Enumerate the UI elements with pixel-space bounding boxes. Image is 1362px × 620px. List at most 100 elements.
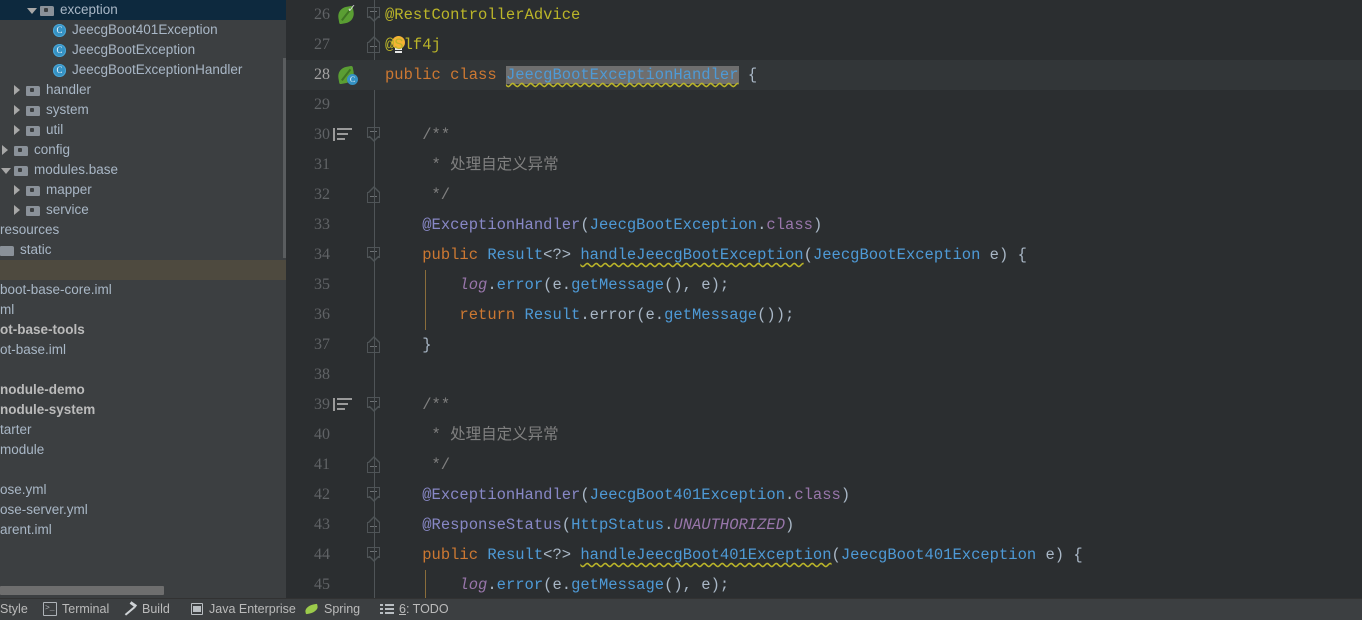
code-lines[interactable]: 26 ✓ @RestControllerAdvice 27 @Slf4j 28 Cpubli… [286,0,1362,598]
tree-item-nodule-demo[interactable]: nodule-demo [0,380,286,400]
chevron-right-icon[interactable] [12,184,23,196]
tree-item-boot-base-core-iml[interactable]: boot-base-core.iml [0,280,286,300]
tree-item-static[interactable]: static [0,240,286,260]
code-line[interactable]: 27 @Slf4j [286,30,1362,60]
code-line[interactable]: 32 */ [286,180,1362,210]
implements-marker-icon[interactable] [333,127,353,143]
tree-item-handler[interactable]: handler [0,80,286,100]
status-bar-item-build[interactable]: Build [123,598,170,620]
sidebar-horizontal-scrollbar[interactable] [0,586,286,595]
implements-marker-icon[interactable] [333,397,353,413]
spring-bean-class-icon[interactable]: C [336,65,358,85]
tree-item-label: util [46,122,64,137]
tree-item-ot-base-iml[interactable]: ot-base.iml [0,340,286,360]
code-line[interactable]: 34 public Result<?> handleJeecgBootExcep… [286,240,1362,270]
code-token: (), e); [664,576,730,594]
code-token: @Slf4j [385,36,441,54]
chevron-down-icon[interactable] [0,165,11,176]
status-bar-item-label: Style [0,602,28,616]
tree-item-arent-iml[interactable]: arent.iml [0,520,286,540]
code-line[interactable]: 39 /** [286,390,1362,420]
line-number: 26 [314,6,330,23]
tree-item-label: ose-server.yml [0,502,88,517]
status-bar-item-spring[interactable]: Spring [305,598,360,620]
tree-item-modules-base[interactable]: modules.base [0,160,286,180]
status-bar-item-style[interactable]: Style [0,598,28,620]
spring-bean-checked-icon[interactable]: ✓ [336,3,356,25]
code-line-text: */ [385,450,451,480]
code-token: (e. [543,276,572,294]
code-line[interactable]: 41 */ [286,450,1362,480]
tree-item-mapper[interactable]: mapper [0,180,286,200]
chevron-down-icon[interactable] [26,5,37,16]
code-token: ( [561,516,572,534]
tree-item-nodule-system[interactable]: nodule-system [0,400,286,420]
status-bar-item-label: Build [142,602,170,616]
tree-item-jeecgbootexceptionhandler[interactable]: JeecgBootExceptionHandler [0,60,286,80]
tree-item-label: static [20,242,52,257]
scrollbar-thumb[interactable] [0,586,164,595]
project-tree-panel[interactable]: exception JeecgBoot401Exception JeecgBootE… [0,0,286,598]
code-line[interactable]: 30 /** [286,120,1362,150]
code-token: @ExceptionHandler [422,216,581,234]
code-line[interactable]: 33 @ExceptionHandler(JeecgBootException.… [286,210,1362,240]
code-token: } [385,336,432,354]
code-line[interactable]: 26 ✓ @RestControllerAdvice [286,0,1362,30]
tree-item-label: nodule-system [0,402,96,417]
tree-item-jeecgboot401exception[interactable]: JeecgBoot401Exception [0,20,286,40]
tree-item-module[interactable]: module [0,440,286,460]
code-line[interactable]: 42 @ExceptionHandler(JeecgBoot401Excepti… [286,480,1362,510]
chevron-right-icon[interactable] [12,124,23,136]
code-token: <?> [543,246,581,264]
code-line[interactable]: 40 * 处理自定义异常 [286,420,1362,450]
code-line[interactable]: 35 log.error(e.getMessage(), e); [286,270,1362,300]
code-token: JeecgBoot401Exception [840,546,1037,564]
tree-item-tarter[interactable]: tarter [0,420,286,440]
tree-item-ose-server-yml[interactable]: ose-server.yml [0,500,286,520]
chevron-right-icon[interactable] [12,104,23,116]
code-line[interactable]: 29 [286,90,1362,120]
tree-item-util[interactable]: util [0,120,286,140]
code-line[interactable]: 44 public Result<?> handleJeecgBoot401Ex… [286,540,1362,570]
chevron-right-icon[interactable] [0,144,11,156]
code-line-text: } [385,330,432,360]
project-tree[interactable]: exception JeecgBoot401Exception JeecgBootE… [0,0,286,540]
code-token: ( [580,216,590,234]
line-number: 32 [314,186,330,203]
tree-item-ot-base-tools[interactable]: ot-base-tools [0,320,286,340]
code-line[interactable]: 37 } [286,330,1362,360]
tree-item-config[interactable]: config [0,140,286,160]
status-bar-item-terminal[interactable]: >_ Terminal [43,598,109,620]
code-token: error [496,576,544,594]
code-editor[interactable]: 26 ✓ @RestControllerAdvice 27 @Slf4j 28 Cpubli… [286,0,1362,598]
tree-item-system[interactable]: system [0,100,286,120]
code-line[interactable]: 28 Cpublic class JeecgBootExceptionHandle… [286,60,1362,90]
tree-item-ose-yml[interactable]: ose.yml [0,480,286,500]
code-line-text: @RestControllerAdvice [385,0,580,30]
chevron-right-icon[interactable] [12,204,23,216]
chevron-right-icon[interactable] [12,84,23,96]
tree-item-jeecgbootexception[interactable]: JeecgBootException [0,40,286,60]
code-line[interactable]: 36 return Result.error(e.getMessage()); [286,300,1362,330]
code-line[interactable]: 45 log.error(e.getMessage(), e); [286,570,1362,598]
code-token: e) { [980,246,1027,264]
code-token: getMessage [571,576,665,594]
status-bar[interactable]: Style >_ Terminal Build Java Enterprise Sprin… [0,598,1362,620]
code-token: log [459,276,488,294]
code-token: ) [812,216,823,234]
code-token: handleJeecgBoot401Exception [580,546,832,564]
code-line[interactable]: 38 [286,360,1362,390]
code-line[interactable]: 31 * 处理自定义异常 [286,150,1362,180]
status-bar-item-java-enterprise[interactable]: Java Enterprise [190,598,296,620]
tree-item-ml[interactable]: ml [0,300,286,320]
tree-item-exception[interactable]: exception [0,0,286,20]
status-bar-item-6-todo[interactable]: 6: TODO [380,598,449,620]
code-token: ()); [757,306,795,324]
tree-item-resources[interactable]: resources [0,220,286,240]
code-token: public [385,66,441,84]
code-line[interactable]: 43 @ResponseStatus(HttpStatus.UNAUTHORIZ… [286,510,1362,540]
tree-item-service[interactable]: service [0,200,286,220]
